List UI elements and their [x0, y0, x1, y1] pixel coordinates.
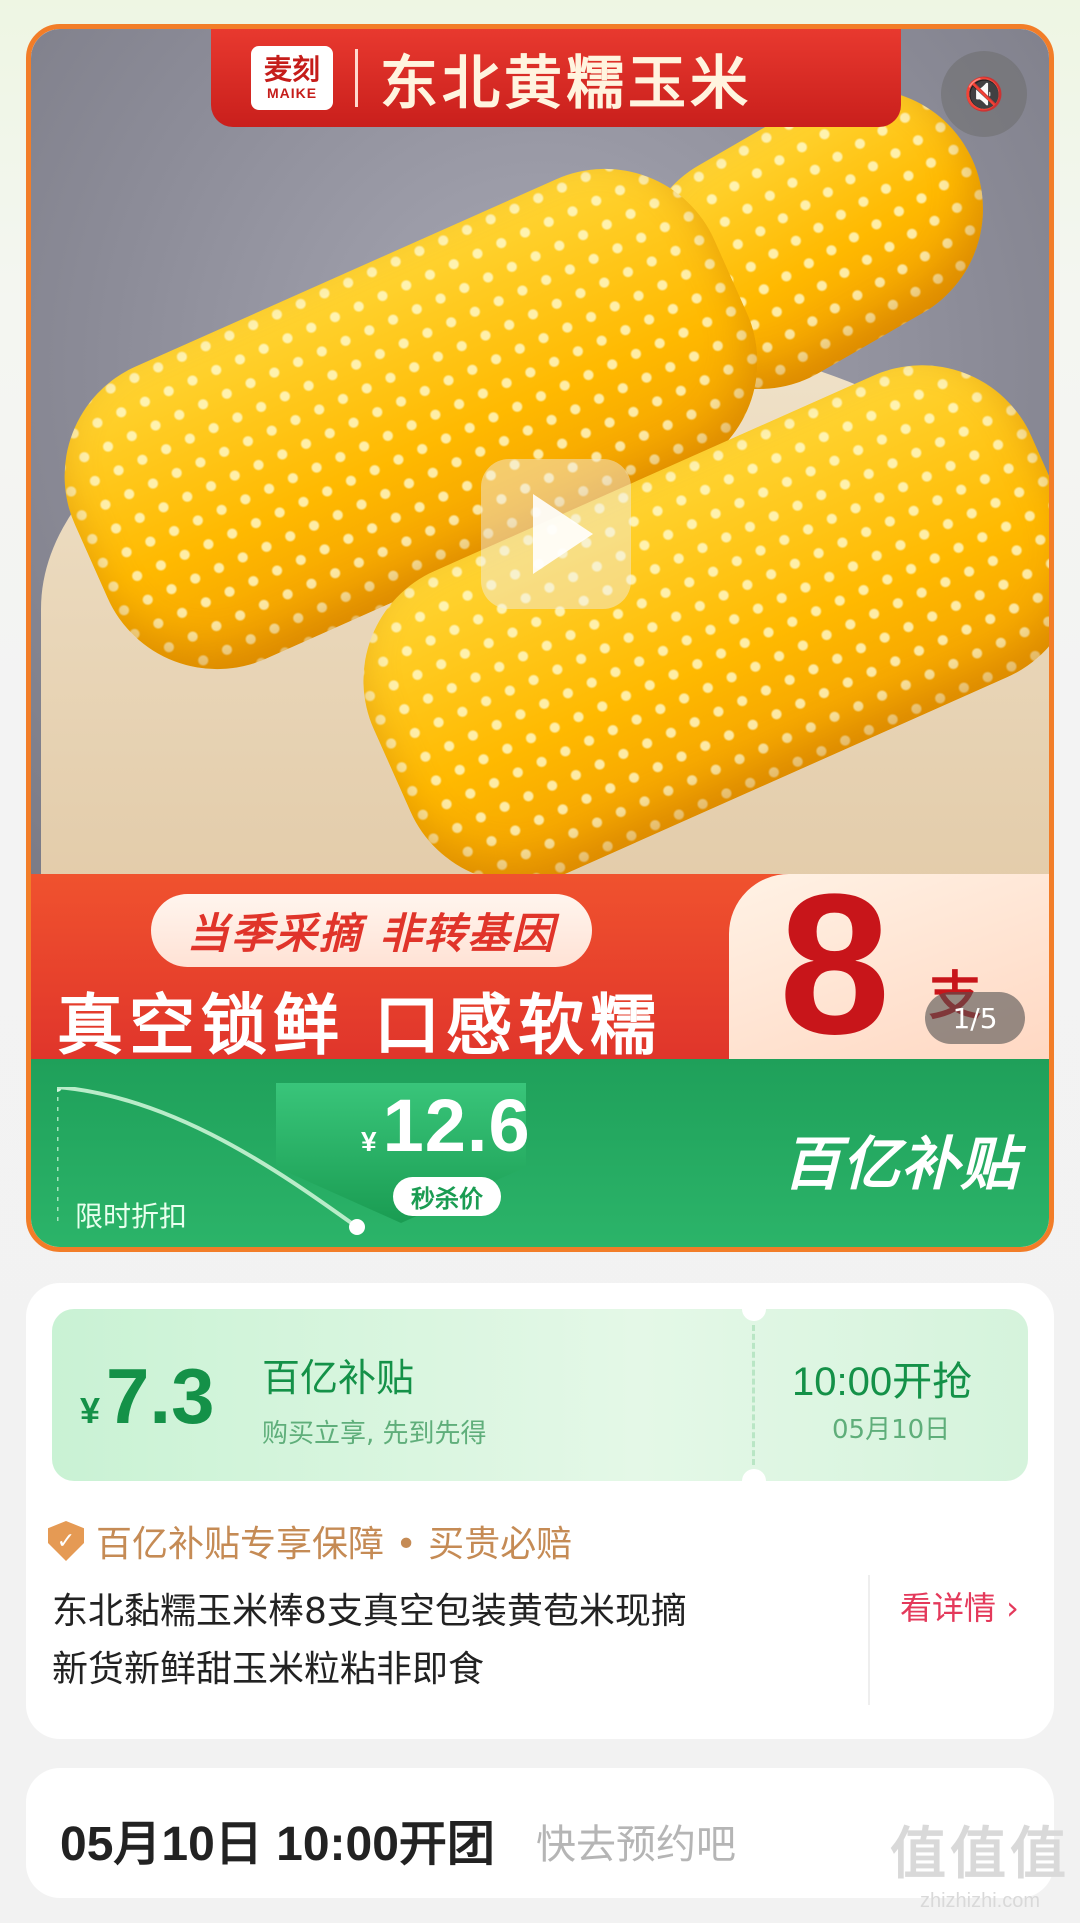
product-title: 东北黏糯玉米棒8支真空包装黄苞米现摘新货新鲜甜玉米粒粘非即食: [52, 1591, 687, 1690]
promo-headline: 真空锁鲜 口感软糯: [57, 987, 662, 1064]
product-media-card[interactable]: 麦刻 MAIKE 东北黄糯玉米 🔇 当季采摘 非转基因 真空锁鲜 口感软糯 8 …: [26, 24, 1054, 1252]
promo-pill: 当季采摘 非转基因: [151, 894, 592, 967]
subsidy-logo: 百亿补贴: [782, 1130, 1019, 1198]
coupon-price: ¥7.3: [80, 1351, 214, 1442]
coupon-title: 百亿补贴: [262, 1356, 415, 1400]
brand-logo-en: MAIKE: [266, 85, 318, 101]
coupon-subtitle: 购买立享, 先到先得: [262, 1419, 487, 1449]
limited-discount-label: 限时折扣: [75, 1200, 188, 1233]
coupon-notch: [742, 1469, 766, 1493]
divider: [868, 1575, 870, 1705]
brand-title: 东北黄糯玉米: [380, 49, 753, 117]
view-details-link[interactable]: 看详情 ›: [900, 1583, 1019, 1629]
group-open-time: 05月10日 10:00开团: [60, 1818, 495, 1871]
brand-logo: 麦刻 MAIKE: [251, 46, 333, 110]
shield-check-icon: ✓: [48, 1521, 84, 1561]
mute-button[interactable]: 🔇: [941, 51, 1027, 137]
price-band: 限时折扣 ¥12.6 秒杀价 百亿补贴: [31, 1059, 1049, 1247]
flash-price: ¥12.6: [361, 1083, 531, 1168]
coupon-divider: [752, 1325, 755, 1465]
speaker-mute-icon: 🔇: [964, 75, 1004, 113]
reserve-hint: 快去预约吧: [536, 1822, 736, 1868]
coupon-start-time: 10:00开抢: [792, 1360, 973, 1404]
subsidy-coupon[interactable]: ¥7.3 百亿补贴 购买立享, 先到先得 10:00开抢 05月10日: [52, 1297, 1028, 1493]
divider: [355, 49, 358, 107]
product-photo[interactable]: 麦刻 MAIKE 东北黄糯玉米 🔇: [31, 29, 1049, 879]
page-indicator: 1/5: [925, 992, 1025, 1044]
coupon-notch: [742, 1297, 766, 1321]
product-info-card: ¥7.3 百亿补贴 购买立享, 先到先得 10:00开抢 05月10日 ✓ 百亿…: [26, 1283, 1054, 1739]
watermark-url: zhizhizhi.com: [919, 1890, 1041, 1912]
flash-price-value: 12.6: [382, 1084, 531, 1167]
promo-band: 当季采摘 非转基因 真空锁鲜 口感软糯 8 支 1/5: [31, 853, 1049, 1076]
brand-logo-cn: 麦刻: [263, 54, 320, 85]
guarantee-text: 百亿补贴专享保障 • 买贵必赔: [96, 1524, 573, 1565]
play-button[interactable]: [481, 459, 631, 609]
site-watermark: 值值值 zhizhizhi.com: [890, 1809, 1070, 1913]
watermark-mark: 值值值: [890, 1822, 1070, 1885]
guarantee-row[interactable]: ✓ 百亿补贴专享保障 • 买贵必赔: [48, 1515, 572, 1567]
count-box: 8 支 1/5: [729, 853, 1049, 1076]
count-number: 8: [779, 853, 891, 1076]
coupon-start-date: 05月10日: [832, 1415, 951, 1445]
currency-symbol: ¥: [80, 1390, 101, 1431]
brand-banner: 麦刻 MAIKE 东北黄糯玉米: [211, 29, 901, 127]
coupon-price-value: 7.3: [106, 1352, 215, 1440]
flash-price-tag: 秒杀价: [393, 1177, 501, 1216]
currency-symbol: ¥: [361, 1126, 377, 1157]
play-icon: [533, 494, 593, 574]
